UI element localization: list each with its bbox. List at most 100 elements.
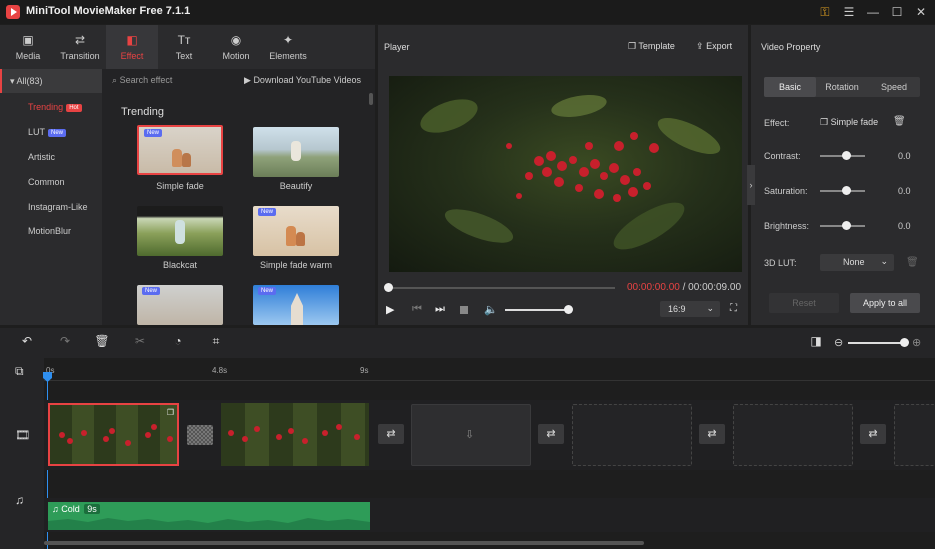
timeline-scrollbar[interactable] — [44, 541, 644, 545]
split-icon[interactable]: ✂ — [130, 334, 150, 352]
transition-placeholder[interactable] — [187, 425, 213, 445]
zoom-in-icon[interactable]: ⊕ — [912, 336, 921, 349]
category-artistic[interactable]: Artistic — [0, 145, 102, 169]
next-frame-button[interactable]: ⏭ — [435, 303, 445, 316]
zoom-out-icon[interactable]: ⊖ — [834, 336, 843, 349]
empty-slot[interactable] — [572, 404, 692, 466]
tab-transition[interactable]: ⇄ Transition — [54, 25, 106, 69]
minimize-button[interactable]: — — [862, 3, 884, 21]
brightness-knob[interactable] — [842, 221, 851, 230]
export-button[interactable]: ⇪ Export — [696, 41, 732, 52]
undo-icon[interactable]: ↶ — [17, 334, 37, 352]
saturation-knob[interactable] — [842, 186, 851, 195]
delete-icon[interactable]: 🗑 — [92, 334, 112, 352]
effect-simple-fade-thumb[interactable]: New — [137, 125, 223, 175]
effect-label: Blackcat — [162, 260, 197, 270]
effect-thumb[interactable]: New — [137, 285, 223, 325]
transition-swap-icon[interactable]: ⇄ — [378, 424, 404, 444]
template-button[interactable]: ❐ Template — [628, 41, 675, 52]
tab-text[interactable]: Tт Text — [158, 25, 210, 69]
crop-icon[interactable]: ⌗ — [206, 334, 226, 352]
category-instagram-like[interactable]: Instagram-Like — [0, 195, 102, 219]
effect-simple-fade-warm-thumb[interactable]: New — [253, 206, 339, 256]
saturation-label: Saturation: — [764, 186, 808, 196]
download-youtube-button[interactable]: ▶ Download YouTube Videos — [244, 75, 361, 86]
aspect-select[interactable]: 16:9 ⌄ — [660, 301, 720, 317]
key-icon[interactable]: ⚿ — [814, 3, 836, 21]
transition-swap-icon[interactable]: ⇄ — [699, 424, 725, 444]
effects-scrollbar[interactable] — [369, 93, 373, 105]
brightness-value: 0.0 — [898, 221, 911, 231]
tab-effect[interactable]: ◧ Effect — [106, 25, 158, 69]
lut-select[interactable]: None ⌄ — [820, 254, 894, 271]
stop-button[interactable] — [460, 306, 468, 314]
tab-elements[interactable]: ✦ Elements — [262, 25, 314, 69]
effect-layers-icon: ❐ — [820, 117, 829, 127]
tab-basic[interactable]: Basic — [764, 77, 816, 97]
fullscreen-icon[interactable]: ⛶ — [730, 303, 737, 314]
maximize-button[interactable]: ☐ — [886, 3, 908, 21]
section-title: Trending — [121, 106, 165, 118]
track-header: ⧉ 🎞 ♫ — [0, 358, 44, 549]
empty-slot[interactable] — [733, 404, 853, 466]
fit-icon[interactable]: ◨ — [806, 334, 826, 352]
delete-lut-icon[interactable]: 🗑 — [906, 257, 919, 268]
volume-icon[interactable]: 🔈 — [484, 303, 498, 316]
video-clip[interactable] — [221, 403, 369, 466]
tab-motion-label: Motion — [222, 51, 250, 61]
layers-icon: ❐ — [628, 41, 637, 51]
redo-icon[interactable]: ↷ — [55, 334, 75, 352]
empty-slot[interactable] — [894, 404, 935, 466]
audio-title: Cold — [61, 504, 80, 514]
media-icon: ▣ — [22, 33, 34, 47]
tab-media[interactable]: ▣ Media — [2, 25, 54, 69]
transition-swap-icon[interactable]: ⇄ — [538, 424, 564, 444]
category-trending[interactable]: Trending Hot — [0, 95, 102, 119]
reset-button[interactable]: Reset — [769, 293, 839, 313]
close-button[interactable]: ✕ — [910, 3, 932, 21]
contrast-knob[interactable] — [842, 151, 851, 160]
volume-knob[interactable] — [564, 305, 573, 314]
delete-effect-icon[interactable]: 🗑 — [893, 116, 906, 127]
zoom-knob[interactable] — [900, 338, 909, 347]
progress-knob[interactable] — [384, 283, 393, 292]
add-track-icon[interactable]: ⧉ — [15, 364, 24, 379]
volume-slider[interactable] — [505, 309, 569, 311]
category-common[interactable]: Common — [0, 170, 102, 194]
contrast-label: Contrast: — [764, 151, 801, 161]
collapse-panel-button[interactable]: › — [747, 165, 755, 205]
menu-icon[interactable]: ☰ — [838, 3, 860, 21]
effect-blackcat-thumb[interactable] — [137, 206, 223, 256]
progress-track[interactable] — [389, 287, 615, 289]
speed-icon[interactable]: ◔ — [168, 334, 188, 352]
timeline-ruler[interactable]: 0s 4.8s 9s — [44, 358, 935, 384]
drop-icon: ⇩ — [465, 429, 475, 441]
category-lut[interactable]: LUT New — [0, 120, 102, 144]
effect-label: Beautify — [279, 181, 313, 191]
new-badge: New — [258, 287, 277, 295]
new-badge: New — [48, 129, 67, 137]
tab-motion[interactable]: ◉ Motion — [210, 25, 262, 69]
play-button[interactable]: ▶ — [386, 303, 394, 316]
effect-beautify-thumb[interactable] — [253, 127, 339, 177]
zoom-slider[interactable] — [848, 342, 906, 344]
video-preview[interactable] — [389, 76, 742, 272]
prev-frame-button[interactable]: ⏮ — [412, 303, 422, 316]
property-tabs: Basic Rotation Speed — [764, 77, 920, 97]
empty-slot-drop[interactable]: ⇩ — [411, 404, 531, 466]
category-label: Trending — [28, 102, 64, 112]
property-panel: › Video Property Basic Rotation Speed Ef… — [747, 25, 935, 325]
category-label: Instagram-Like — [28, 202, 88, 212]
apply-to-all-button[interactable]: Apply to all — [850, 293, 920, 313]
search-input[interactable]: ⌕ Search effect — [112, 75, 232, 89]
category-motionblur[interactable]: MotionBlur — [0, 219, 102, 243]
video-clip-selected[interactable]: ❐ — [48, 403, 179, 466]
tab-text-label: Text — [175, 51, 193, 61]
lut-value: None — [843, 257, 865, 267]
category-all[interactable]: ▾ All(83) — [0, 69, 102, 93]
transition-swap-icon[interactable]: ⇄ — [860, 424, 886, 444]
tab-rotation[interactable]: Rotation — [816, 77, 868, 97]
audio-clip[interactable]: ♫ Cold 9s — [48, 502, 370, 530]
effect-thumb[interactable]: New — [253, 285, 339, 325]
tab-speed[interactable]: Speed — [868, 77, 920, 97]
